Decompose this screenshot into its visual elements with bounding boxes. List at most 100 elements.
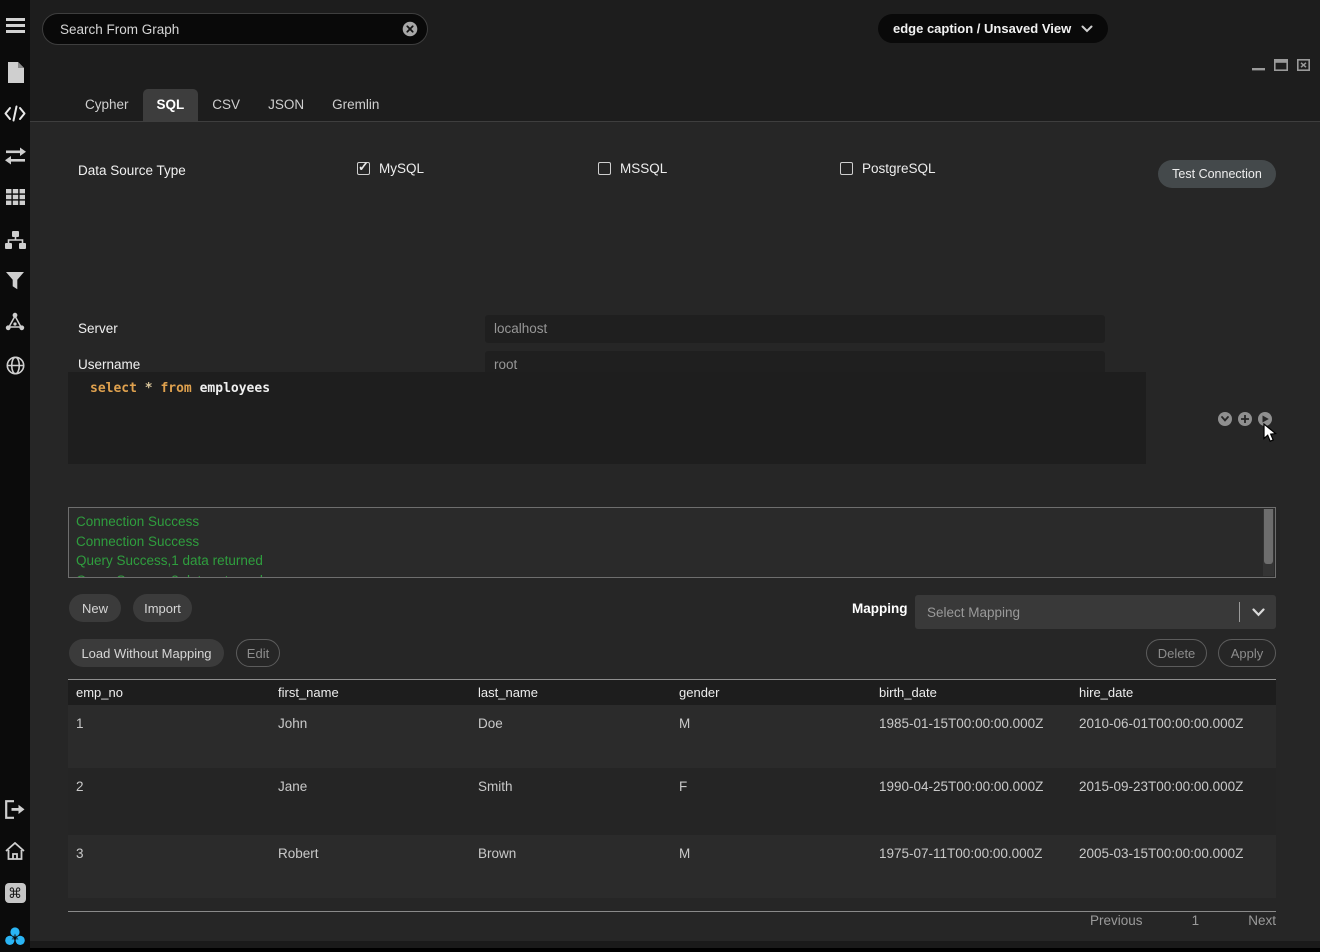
sql-token-plain: employees <box>192 381 270 396</box>
cell-first_name: John <box>270 705 470 768</box>
table-row-1[interactable]: 1JohnDoeM1985-01-15T00:00:00.000Z2010-06… <box>68 705 1276 768</box>
checkbox-postgresql[interactable] <box>840 162 853 175</box>
cell-gender: F <box>671 768 871 835</box>
cell-first_name: Robert <box>270 835 470 898</box>
tab-bar: CypherSQLCSVJSONGremlin <box>71 89 393 121</box>
table-body: 1JohnDoeM1985-01-15T00:00:00.000Z2010-06… <box>68 705 1276 898</box>
import-button[interactable]: Import <box>133 594 192 622</box>
sitemap-icon[interactable] <box>0 231 30 250</box>
tab-gremlin[interactable]: Gremlin <box>318 89 393 121</box>
datasource-label-mysql: MySQL <box>379 161 424 176</box>
globe-icon[interactable] <box>0 356 30 375</box>
previous-page-button[interactable]: Previous <box>1090 913 1143 928</box>
console-scrollbar <box>1263 509 1274 576</box>
sql-token-keyword: select <box>90 381 137 396</box>
field-label-server: Server <box>78 321 118 336</box>
code-icon[interactable] <box>0 105 30 122</box>
pagination: Previous 1 Next <box>1090 913 1276 928</box>
cell-hire_date: 2010-06-01T00:00:00.000Z <box>1071 705 1276 768</box>
cell-emp_no: 1 <box>68 705 270 768</box>
file-icon[interactable] <box>0 62 30 83</box>
field-row-server: Server localhost <box>0 315 1320 343</box>
sql-editor[interactable]: select * from employees <box>68 372 1146 464</box>
edit-button[interactable]: Edit <box>236 639 280 667</box>
console-scrollbar-thumb[interactable] <box>1264 509 1273 564</box>
menu-icon[interactable] <box>0 18 30 33</box>
collapse-editor-button[interactable] <box>1218 412 1232 426</box>
delete-button[interactable]: Delete <box>1146 639 1207 667</box>
results-table: emp_nofirst_namelast_namegenderbirth_dat… <box>68 679 1276 898</box>
datasource-option-mysql[interactable]: ✓ MySQL <box>357 161 424 176</box>
console-lines: Connection SuccessConnection SuccessQuer… <box>69 508 1275 578</box>
command-icon[interactable]: ⌘ <box>0 883 30 903</box>
search-clear-icon[interactable] <box>402 21 418 37</box>
checkbox-mssql[interactable] <box>598 162 611 175</box>
window-controls <box>1240 57 1310 73</box>
cell-last_name: Smith <box>470 768 671 835</box>
cell-hire_date: 2005-03-15T00:00:00.000Z <box>1071 835 1276 898</box>
sql-token-operator: * <box>145 381 153 396</box>
console-line-1: Connection Success <box>69 512 1275 532</box>
cell-last_name: Doe <box>470 705 671 768</box>
data-source-options: ✓ MySQL MSSQL PostgreSQL <box>0 161 1320 181</box>
field-input-server[interactable]: localhost <box>485 315 1105 343</box>
check-mark-icon: ✓ <box>358 159 369 175</box>
datasource-option-mssql[interactable]: MSSQL <box>598 161 667 176</box>
sql-query: select * from employees <box>90 381 270 396</box>
tab-cypher[interactable]: Cypher <box>71 89 143 121</box>
cell-birth_date: 1975-07-11T00:00:00.000Z <box>871 835 1071 898</box>
table-row-2[interactable]: 2JaneSmithF1990-04-25T00:00:00.000Z2015-… <box>68 768 1276 835</box>
filter-icon[interactable] <box>0 272 30 290</box>
load-without-mapping-button[interactable]: Load Without Mapping <box>69 639 224 667</box>
app-logo-icon[interactable] <box>0 926 30 947</box>
tab-csv[interactable]: CSV <box>198 89 254 121</box>
cell-emp_no: 2 <box>68 768 270 835</box>
network-icon[interactable] <box>0 312 30 331</box>
tab-sql[interactable]: SQL <box>143 89 199 121</box>
mapping-select[interactable]: Select Mapping <box>915 595 1276 629</box>
datasource-label-postgresql: PostgreSQL <box>862 161 936 176</box>
maximize-button[interactable] <box>1274 59 1288 71</box>
column-header-birth_date: birth_date <box>871 680 1071 705</box>
test-connection-button[interactable]: Test Connection <box>1158 160 1276 188</box>
column-header-first_name: first_name <box>270 680 470 705</box>
add-query-button[interactable] <box>1238 412 1252 426</box>
search-input[interactable] <box>43 22 402 37</box>
cell-emp_no: 3 <box>68 835 270 898</box>
minimize-button[interactable] <box>1252 59 1265 71</box>
checkbox-mysql[interactable]: ✓ <box>357 162 370 175</box>
column-header-last_name: last_name <box>470 680 671 705</box>
table-grid-icon[interactable] <box>0 189 30 205</box>
home-icon[interactable] <box>0 842 30 860</box>
console-line-3: Query Success,1 data returned <box>69 551 1275 571</box>
command-glyph: ⌘ <box>5 883 26 903</box>
sidebar: ⌘ <box>0 0 30 952</box>
view-selector-label: edge caption / Unsaved View <box>893 21 1071 36</box>
next-page-button[interactable]: Next <box>1248 913 1276 928</box>
apply-button[interactable]: Apply <box>1218 639 1276 667</box>
table-header: emp_nofirst_namelast_namegenderbirth_dat… <box>68 680 1276 705</box>
column-header-gender: gender <box>671 680 871 705</box>
console-log: Connection SuccessConnection SuccessQuer… <box>68 507 1276 578</box>
graph-search[interactable] <box>42 13 428 45</box>
cell-gender: M <box>671 705 871 768</box>
close-button[interactable] <box>1297 59 1310 71</box>
datasource-label-mssql: MSSQL <box>620 161 667 176</box>
cell-first_name: Jane <box>270 768 470 835</box>
table-row-3[interactable]: 3RobertBrownM1975-07-11T00:00:00.000Z200… <box>68 835 1276 898</box>
new-button[interactable]: New <box>69 594 121 622</box>
column-header-emp_no: emp_no <box>68 680 270 705</box>
chevron-down-icon[interactable] <box>1240 608 1276 617</box>
mouse-cursor <box>1263 423 1277 443</box>
view-selector[interactable]: edge caption / Unsaved View <box>878 14 1108 43</box>
swap-arrows-icon[interactable] <box>0 147 30 165</box>
column-header-hire_date: hire_date <box>1071 680 1276 705</box>
table-bottom-border <box>68 911 1276 912</box>
current-page[interactable]: 1 <box>1192 913 1200 928</box>
cell-hire_date: 2015-09-23T00:00:00.000Z <box>1071 768 1276 835</box>
datasource-option-postgresql[interactable]: PostgreSQL <box>840 161 936 176</box>
tab-json[interactable]: JSON <box>254 89 318 121</box>
logout-icon[interactable] <box>0 800 30 819</box>
field-label-username: Username <box>78 357 140 372</box>
mapping-select-placeholder: Select Mapping <box>915 605 1239 620</box>
